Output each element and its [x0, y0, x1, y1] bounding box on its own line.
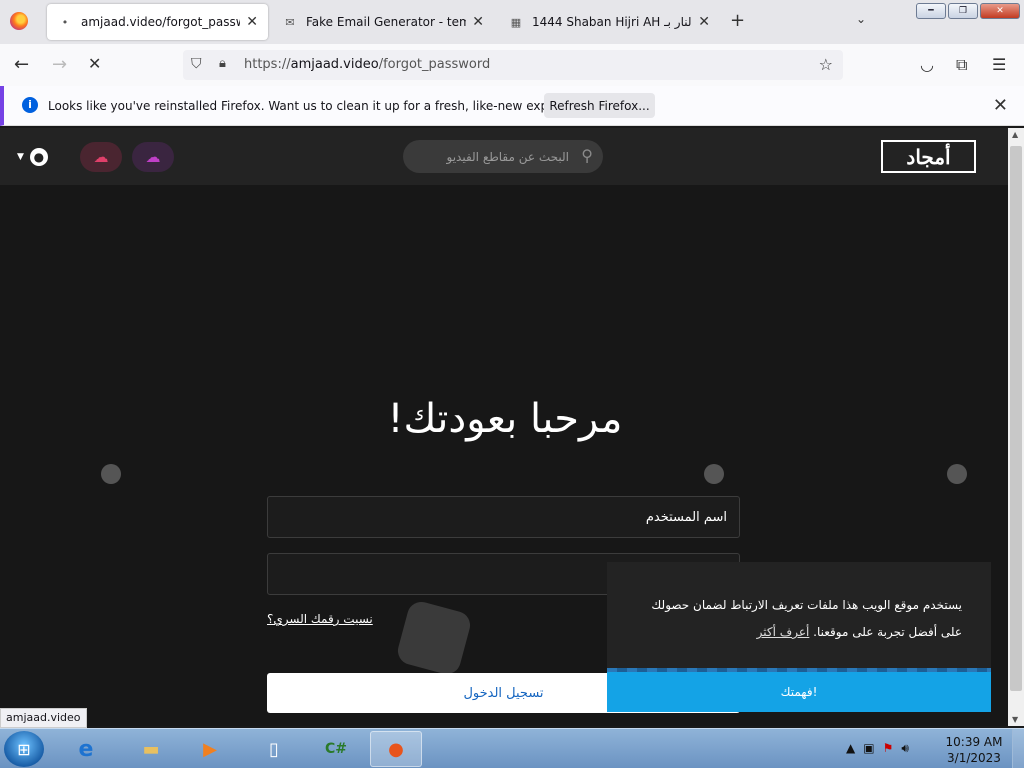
forgot-password-link[interactable]: نسيت رقمك السري؟	[267, 612, 373, 626]
windows-logo-icon: ⊞	[17, 739, 31, 759]
lock-icon[interactable]: 🔒︎	[219, 56, 226, 71]
refresh-firefox-button[interactable]: Refresh Firefox...	[544, 93, 655, 118]
status-link-preview: amjaad.video	[0, 708, 87, 728]
action-center-icon[interactable]: ⚑	[883, 741, 894, 756]
system-clock[interactable]: 10:39 AM 3/1/2023	[944, 734, 1004, 766]
user-icon: ●	[29, 148, 48, 166]
hamburger-menu-icon[interactable]: ☰	[992, 55, 1006, 74]
clock-time: 10:39 AM	[945, 735, 1003, 749]
close-tab-icon[interactable]: ✕	[246, 14, 258, 30]
tab-forgot-password[interactable]: • amjaad.video/forgot_password ✕	[47, 4, 268, 40]
tab-strip: • amjaad.video/forgot_password ✕ ✉ Fake …	[0, 0, 1024, 44]
media-player-icon: ▶	[203, 738, 217, 760]
close-tab-icon[interactable]: ✕	[472, 14, 484, 30]
nav-bar: ← → ✕ ⛉ 🔒︎ https://amjaad.video/forgot_p…	[0, 44, 1024, 86]
decorative-dot	[947, 464, 967, 484]
back-icon[interactable]: ←	[14, 54, 29, 75]
caret-down-icon: ▼	[17, 152, 24, 162]
tab-hijri[interactable]: ▦ 1444 Shaban Hijri AH والنار بـ ✕	[498, 4, 720, 40]
extensions-icon[interactable]: ⧉	[956, 55, 967, 75]
username-field[interactable]	[267, 496, 740, 538]
upload-cloud-button[interactable]: ☁	[132, 142, 174, 172]
taskbar-csharp[interactable]: C#	[310, 731, 362, 767]
folder-icon: ▬	[142, 738, 160, 760]
web-page: ▼ ● ☁ ☁ ⚲ أمجاد مرحبا بعودتك! نسيت رقمك …	[0, 128, 1008, 726]
envelope-icon: ✉	[285, 15, 295, 29]
clock-date: 3/1/2023	[947, 751, 1001, 765]
cookie-banner: يستخدم موقع الويب هذا ملفات تعريف الارتب…	[607, 562, 991, 712]
forward-icon[interactable]: →	[52, 54, 67, 75]
bookmark-star-icon[interactable]: ☆	[819, 55, 833, 74]
notification-message: Looks like you've reinstalled Firefox. W…	[48, 99, 600, 113]
volume-icon[interactable]: 🔊︎	[901, 741, 909, 756]
url-host: amjaad.video	[290, 57, 379, 72]
search-icon[interactable]: ⚲	[581, 146, 593, 165]
system-tray: ▲ ▣ ⚑ 🔊︎	[846, 741, 909, 756]
stop-loading-icon[interactable]: ✕	[88, 54, 101, 73]
start-button[interactable]: ⊞	[4, 731, 44, 767]
tab-fake-email[interactable]: ✉ Fake Email Generator - temp m ✕	[272, 4, 494, 40]
close-notification-icon[interactable]: ✕	[993, 95, 1008, 116]
decorative-dot	[704, 464, 724, 484]
username-input[interactable]	[268, 497, 739, 537]
cookie-accept-button[interactable]: فهمتك!	[607, 672, 991, 712]
firefox-menu-icon[interactable]	[10, 12, 28, 30]
decorative-shape	[394, 598, 474, 678]
taskbar-internet-explorer[interactable]: e	[60, 731, 112, 767]
cloud-download-icon: ☁	[93, 148, 109, 166]
video-search: ⚲	[403, 140, 603, 173]
tab-label: 1444 Shaban Hijri AH والنار بـ	[532, 15, 692, 29]
url-text[interactable]: https://amjaad.video/forgot_password	[244, 57, 490, 72]
info-icon: i	[22, 97, 38, 113]
taskbar-file-explorer[interactable]: ▬	[125, 731, 177, 767]
new-tab-button[interactable]: +	[730, 10, 745, 31]
scroll-up-icon[interactable]: ▲	[1012, 130, 1018, 139]
site-logo[interactable]: أمجاد	[881, 140, 976, 173]
tab-label: Fake Email Generator - temp m	[306, 15, 467, 29]
learn-more-link[interactable]: أعرف أكثر	[757, 625, 810, 639]
screen: • amjaad.video/forgot_password ✕ ✉ Fake …	[0, 0, 1024, 768]
scroll-down-icon[interactable]: ▼	[1012, 715, 1018, 724]
windows-taskbar: ⊞ e ▬ ▶ ▯ C# ● ▲ ▣ ⚑ 🔊︎ 10:39 AM 3/1/202…	[0, 728, 1024, 768]
minimize-button[interactable]: ━	[916, 3, 946, 19]
cookie-message: يستخدم موقع الويب هذا ملفات تعريف الارتب…	[627, 592, 962, 646]
cloud-upload-icon: ☁	[145, 148, 161, 166]
loading-dot-icon: •	[61, 15, 69, 29]
download-cloud-button[interactable]: ☁	[80, 142, 122, 172]
tracking-shield-icon[interactable]: ⛉	[191, 56, 202, 72]
scrollbar-thumb[interactable]	[1010, 146, 1022, 691]
taskbar-firefox[interactable]: ●	[370, 731, 422, 767]
url-path: /forgot_password	[378, 57, 491, 72]
user-menu[interactable]: ▼ ●	[17, 148, 48, 166]
close-window-button[interactable]: ✕	[980, 3, 1020, 19]
search-input[interactable]	[417, 147, 569, 167]
firefox-icon: ●	[388, 738, 404, 760]
list-all-tabs-button[interactable]: ⌄	[856, 12, 866, 26]
csharp-icon: C#	[324, 741, 347, 757]
calendar-icon: ▦	[510, 15, 522, 29]
site-header: ▼ ● ☁ ☁ ⚲ أمجاد	[0, 128, 1008, 185]
document-icon: ▯	[269, 738, 279, 760]
taskbar-media-player[interactable]: ▶	[184, 731, 236, 767]
show-desktop-button[interactable]	[1012, 729, 1024, 768]
page-scrollbar[interactable]: ▲ ▼	[1008, 128, 1024, 726]
pocket-icon[interactable]: ◡	[920, 55, 934, 74]
internet-explorer-icon: e	[78, 736, 94, 762]
tab-label: amjaad.video/forgot_password	[81, 15, 240, 29]
refresh-firefox-notification: i Looks like you've reinstalled Firefox.…	[0, 86, 1024, 126]
url-bar[interactable]: ⛉ 🔒︎ https://amjaad.video/forgot_passwor…	[183, 50, 843, 80]
show-hidden-icons[interactable]: ▲	[846, 741, 855, 756]
welcome-heading: مرحبا بعودتك!	[387, 396, 623, 442]
url-prefix: https://	[244, 57, 291, 72]
decorative-dot	[101, 464, 121, 484]
close-tab-icon[interactable]: ✕	[698, 14, 710, 30]
network-icon[interactable]: ▣	[863, 741, 874, 756]
taskbar-notepad[interactable]: ▯	[248, 731, 300, 767]
restore-button[interactable]: ❐	[948, 3, 978, 19]
window-controls: ━ ❐ ✕	[916, 3, 1020, 19]
